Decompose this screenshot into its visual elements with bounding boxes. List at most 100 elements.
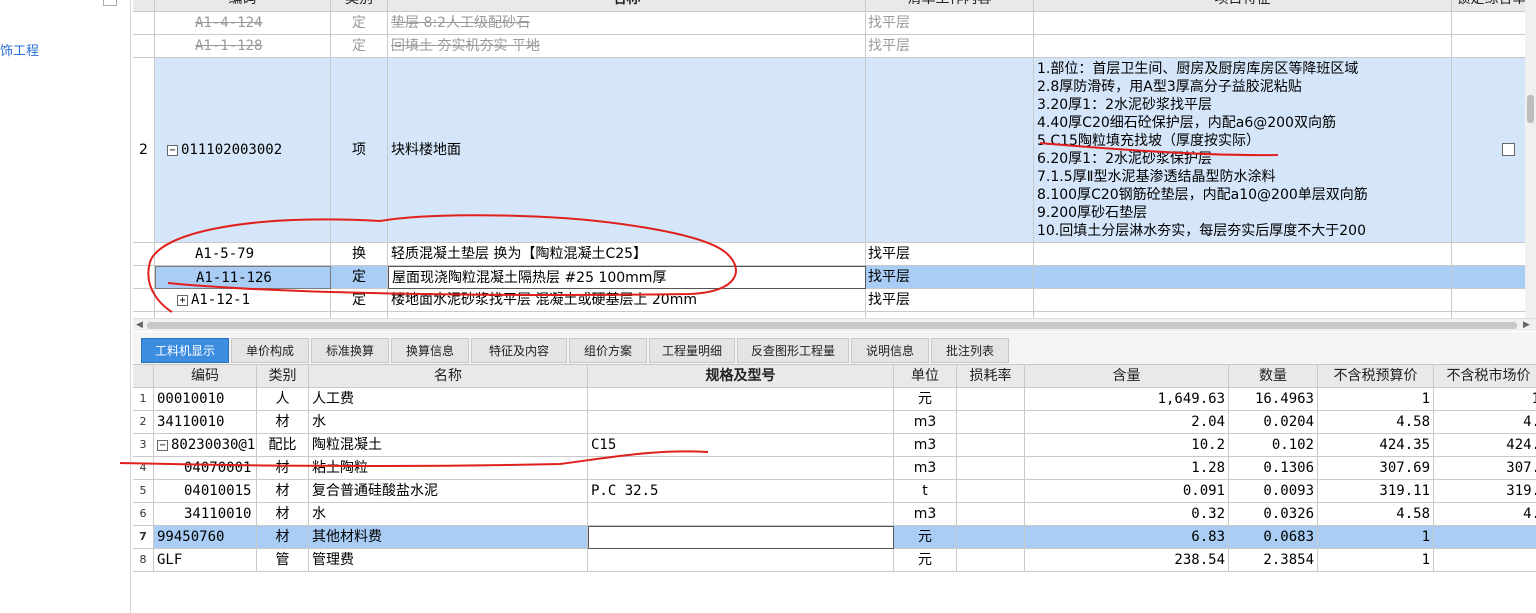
row-name[interactable]: 楼地面水泥砂浆找平层 混凝土或硬基层上 20mm bbox=[388, 289, 866, 312]
row-budget-price[interactable]: 424.35 bbox=[1318, 434, 1434, 457]
row-unit[interactable]: 元 bbox=[894, 549, 957, 572]
row-spec[interactable] bbox=[588, 457, 894, 480]
row-work-content[interactable]: 找平层 bbox=[866, 266, 1034, 289]
row-loss-rate[interactable] bbox=[957, 549, 1025, 572]
row-unit[interactable]: m3 bbox=[894, 457, 957, 480]
row-code-cell[interactable]: −011102003002 bbox=[155, 58, 331, 243]
row-loss-rate[interactable] bbox=[957, 434, 1025, 457]
row-category[interactable]: 定 bbox=[331, 12, 388, 35]
row-unit[interactable]: 元 bbox=[894, 526, 957, 549]
row-content[interactable]: 1.28 bbox=[1025, 457, 1229, 480]
row-category[interactable]: 换 bbox=[331, 243, 388, 266]
row-name[interactable]: 复合普通硅酸盐水泥 bbox=[309, 480, 588, 503]
row-code[interactable]: 34110010 bbox=[154, 503, 257, 526]
row-name[interactable]: 块料楼地面 bbox=[388, 58, 866, 243]
row-content[interactable]: 10.2 bbox=[1025, 434, 1229, 457]
row-quantity[interactable]: 0.0093 bbox=[1229, 480, 1318, 503]
row-work-content[interactable] bbox=[866, 58, 1034, 243]
row-code[interactable]: 00010010 bbox=[154, 388, 257, 411]
row-spec[interactable] bbox=[588, 411, 894, 434]
row-name[interactable]: 回填土 夯实机夯实 平地 bbox=[388, 35, 866, 58]
row-category[interactable]: 材 bbox=[257, 526, 309, 549]
row-name-editor[interactable]: 屋面现浇陶粒混凝土隔热层 #25 100mm厚 bbox=[388, 266, 866, 289]
collapse-icon[interactable]: − bbox=[157, 439, 168, 451]
tab-features-content[interactable]: 特征及内容 bbox=[471, 338, 567, 363]
row-budget-price[interactable]: 1 bbox=[1318, 388, 1434, 411]
row-market-price[interactable]: 4. bbox=[1434, 503, 1536, 526]
row-spec[interactable] bbox=[588, 526, 894, 549]
row-content[interactable]: 2.04 bbox=[1025, 411, 1229, 434]
row-code[interactable]: A1-5-79 bbox=[155, 243, 331, 266]
row-loss-rate[interactable] bbox=[957, 526, 1025, 549]
row-market-price[interactable]: 424. bbox=[1434, 434, 1536, 457]
row-loss-rate[interactable] bbox=[957, 503, 1025, 526]
scroll-thumb[interactable] bbox=[147, 322, 1517, 329]
collapse-icon[interactable]: − bbox=[167, 144, 178, 156]
row-name[interactable]: 人工费 bbox=[309, 388, 588, 411]
row-code[interactable]: 04070001 bbox=[154, 457, 257, 480]
row-market-price[interactable]: 1 bbox=[1434, 388, 1536, 411]
row-code[interactable]: −80230030@1 bbox=[154, 434, 257, 457]
row-loss-rate[interactable] bbox=[957, 480, 1025, 503]
row-category[interactable]: 材 bbox=[257, 457, 309, 480]
upper-horizontal-scrollbar[interactable]: ◀ ▶ bbox=[133, 318, 1536, 331]
upper-vertical-scrollbar[interactable] bbox=[1525, 0, 1536, 318]
scroll-left-icon[interactable]: ◀ bbox=[136, 320, 143, 330]
tree-checkbox[interactable] bbox=[103, 0, 117, 6]
row-lock-cell[interactable] bbox=[1452, 58, 1532, 243]
row-work-content[interactable]: 找平层 bbox=[866, 243, 1034, 266]
row-unit[interactable]: t bbox=[894, 480, 957, 503]
row-code[interactable]: 34110010 bbox=[154, 411, 257, 434]
row-quantity[interactable]: 0.0683 bbox=[1229, 526, 1318, 549]
tab-unit-price-composition[interactable]: 单价构成 bbox=[231, 338, 309, 363]
row-quantity[interactable]: 16.4963 bbox=[1229, 388, 1318, 411]
tab-labor-material-machine[interactable]: 工料机显示 bbox=[141, 338, 229, 363]
row-work-content[interactable]: 找平层 bbox=[866, 35, 1034, 58]
row-name[interactable]: 水 bbox=[309, 503, 588, 526]
row-name[interactable]: 轻质混凝土垫层 换为【陶粒混凝土C25】 bbox=[388, 243, 866, 266]
row-spec[interactable] bbox=[588, 549, 894, 572]
row-content[interactable]: 238.54 bbox=[1025, 549, 1229, 572]
row-budget-price[interactable]: 4.58 bbox=[1318, 503, 1434, 526]
row-code[interactable]: A1-4-124 bbox=[155, 12, 331, 35]
row-code[interactable]: 99450760 bbox=[154, 526, 257, 549]
tab-reverse-graphic-quantity[interactable]: 反查图形工程量 bbox=[737, 338, 849, 363]
row-category[interactable]: 定 bbox=[331, 266, 388, 289]
row-loss-rate[interactable] bbox=[957, 457, 1025, 480]
row-work-content[interactable]: 找平层 bbox=[866, 289, 1034, 312]
row-category[interactable]: 配比 bbox=[257, 434, 309, 457]
row-market-price[interactable]: 319. bbox=[1434, 480, 1536, 503]
row-name[interactable]: 垫层 8:2人工级配砂石 bbox=[388, 12, 866, 35]
row-code[interactable]: GLF bbox=[154, 549, 257, 572]
row-budget-price[interactable]: 1 bbox=[1318, 526, 1434, 549]
row-spec[interactable] bbox=[588, 503, 894, 526]
row-market-price[interactable]: 307. bbox=[1434, 457, 1536, 480]
row-code[interactable]: 04010015 bbox=[154, 480, 257, 503]
row-category[interactable]: 材 bbox=[257, 503, 309, 526]
tab-annotations[interactable]: 批注列表 bbox=[931, 338, 1009, 363]
row-budget-price[interactable]: 319.11 bbox=[1318, 480, 1434, 503]
row-category[interactable]: 管 bbox=[257, 549, 309, 572]
row-name[interactable]: 粘土陶粒 bbox=[309, 457, 588, 480]
row-category[interactable]: 材 bbox=[257, 480, 309, 503]
row-category[interactable]: 定 bbox=[331, 289, 388, 312]
scroll-right-icon[interactable]: ▶ bbox=[1523, 320, 1530, 330]
row-spec[interactable]: P.C 32.5 bbox=[588, 480, 894, 503]
row-content[interactable]: 6.83 bbox=[1025, 526, 1229, 549]
row-market-price[interactable] bbox=[1434, 549, 1536, 572]
row-spec[interactable]: C15 bbox=[588, 434, 894, 457]
tree-item-decoration-project[interactable]: 饰工程 bbox=[0, 40, 39, 59]
row-quantity[interactable]: 0.1306 bbox=[1229, 457, 1318, 480]
row-quantity[interactable]: 0.102 bbox=[1229, 434, 1318, 457]
row-feature[interactable]: 1.部位：首层卫生间、厨房及厨房库房区等降班区域 2.8厚防滑砖，用A型3厚高分… bbox=[1034, 58, 1452, 243]
tab-description[interactable]: 说明信息 bbox=[851, 338, 929, 363]
row-spec[interactable] bbox=[588, 388, 894, 411]
row-name[interactable]: 陶粒混凝土 bbox=[309, 434, 588, 457]
row-work-content[interactable]: 找平层 bbox=[866, 12, 1034, 35]
row-code[interactable]: A1-11-126 bbox=[155, 266, 331, 289]
row-quantity[interactable]: 0.0326 bbox=[1229, 503, 1318, 526]
expand-icon[interactable]: + bbox=[177, 294, 188, 306]
row-name[interactable]: 水 bbox=[309, 411, 588, 434]
row-code-cell[interactable]: + A1-12-1 bbox=[155, 289, 331, 312]
row-category[interactable]: 材 bbox=[257, 411, 309, 434]
